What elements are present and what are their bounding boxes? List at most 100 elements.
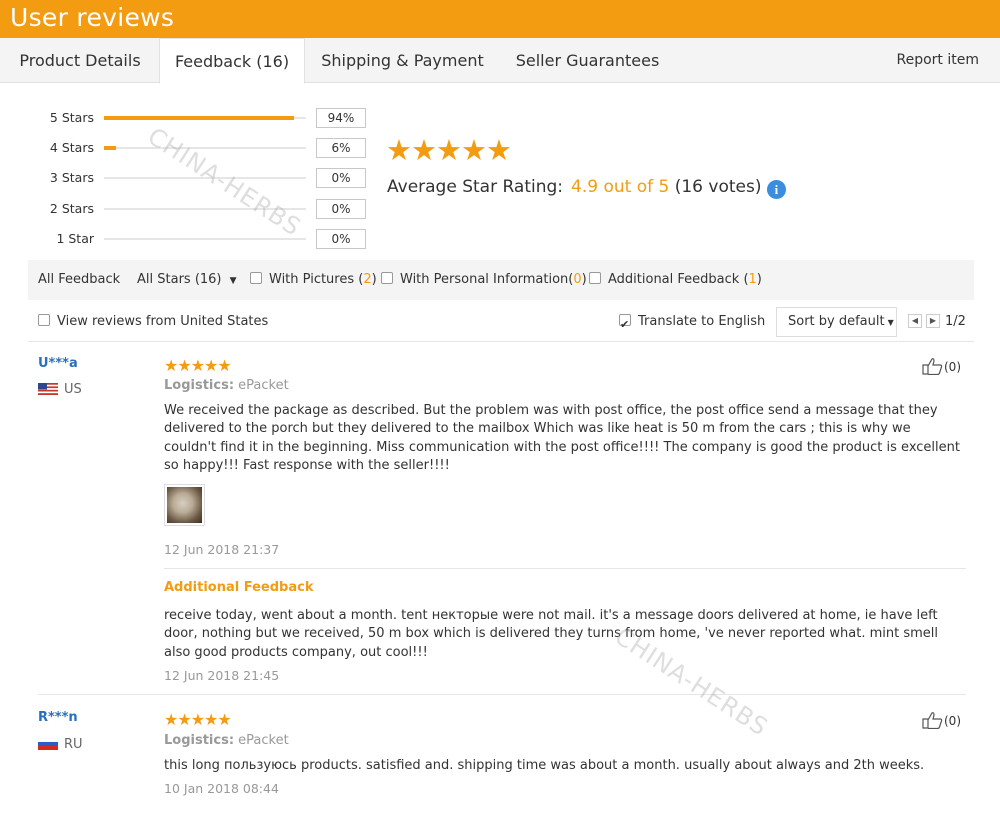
histogram-percent: 6% [316,138,366,158]
star-icon: ★ [177,356,192,375]
with-pictures-checkbox[interactable]: With Pictures (2) [250,260,377,300]
star-icon: ★ [217,710,232,729]
tab-shipping-payment[interactable]: Shipping & Payment [305,38,500,83]
histogram-label: 1 Star [56,231,94,246]
vote-count: (16 votes) [674,177,762,197]
histogram-percent: 0% [316,229,366,249]
histogram-label: 5 Stars [49,110,94,125]
additional-feedback-checkbox[interactable]: Additional Feedback (1) [589,260,762,300]
tab-bar: Product Details Feedback (16) Shipping &… [0,38,1000,84]
logistics-label: Logistics: [164,733,235,748]
all-stars-dropdown[interactable]: All Stars (16) ▼ [137,260,237,301]
review-stars: ★★★★★ [164,710,232,729]
all-feedback-filter[interactable]: All Feedback [38,260,120,300]
star-icon: ★ [204,710,219,729]
translate-checkbox[interactable]: Translate to English [619,308,766,339]
chevron-down-icon: ▼ [887,318,894,327]
histogram-track [104,238,306,240]
sort-dropdown[interactable]: Sort by default ▼ [776,307,897,337]
reviewer-name[interactable]: R***n [38,710,78,725]
chevron-down-icon: ▼ [229,276,237,286]
translate-label: Translate to English [638,314,766,329]
histogram-fill [104,146,117,150]
divider [38,694,966,695]
additional-feedback-text: receive today, went about a month. tent … [164,608,939,660]
star-icon: ★ [164,710,179,729]
with-pictures-close: ) [371,272,377,287]
average-rating: Average Star Rating: 4.9 out of 5 (16 vot… [387,175,786,199]
star-icon: ★ [177,710,192,729]
histogram-track [104,177,306,179]
checkbox-icon [589,272,601,284]
helpful-count: (0) [944,714,961,728]
ru-flag-icon [38,738,58,750]
logistics-info: Logistics: ePacket [164,733,289,748]
with-pictures-count: 2 [363,272,372,287]
view-us-label: View reviews from United States [57,314,269,329]
all-stars-label: All Stars (16) [137,272,222,287]
star-icon: ★ [436,133,462,167]
additional-close: ) [756,272,762,287]
review-stars: ★★★★★ [164,356,232,375]
report-item-link[interactable]: Report item [897,38,980,83]
with-personal-count: 0 [573,272,582,287]
star-icon: ★ [461,133,487,167]
helpful-button[interactable]: (0) [922,357,961,375]
logistics-value: ePacket [238,378,289,393]
page-title: User reviews [10,3,175,32]
thumbs-up-icon [922,712,943,729]
star-icon: ★ [411,133,437,167]
view-us-checkbox[interactable]: View reviews from United States [38,308,268,336]
tab-feedback[interactable]: Feedback (16) [159,38,305,84]
star-icon: ★ [164,356,179,375]
checkbox-icon [250,272,262,284]
histogram-percent: 94% [316,108,366,128]
star-icon: ★ [190,710,206,729]
review-date: 12 Jun 2018 21:37 [164,542,280,557]
filter-bar: All Feedback All Stars (16) ▼ With Pictu… [28,260,974,300]
star-icon: ★ [386,133,412,167]
review-photo[interactable] [164,484,205,526]
histogram-label: 4 Stars [49,140,94,155]
reviewer-name[interactable]: U***a [38,356,78,371]
with-personal-info-checkbox[interactable]: With Personal Information(0) [381,260,587,300]
review-text: this long пользуюсь products. satisfied … [164,758,925,773]
thumbs-up-icon [922,358,943,375]
helpful-button[interactable]: (0) [922,711,961,729]
next-page-button[interactable]: ▶ [926,314,940,328]
prev-page-button[interactable]: ◀ [908,314,922,328]
header-banner: User reviews [0,0,1000,38]
histogram-label: 2 Stars [49,201,94,216]
histogram-track [104,208,306,210]
page-indicator: 1/2 [945,314,966,329]
sort-label: Sort by default [788,314,885,329]
star-icon: ★ [190,356,206,375]
average-rating-label: Average Star Rating: [387,177,564,197]
histogram-label: 3 Stars [49,170,94,185]
star-icon: ★ [486,133,512,167]
logistics-info: Logistics: ePacket [164,378,289,393]
divider [28,341,974,342]
divider [164,568,966,569]
histogram-percent: 0% [316,199,366,219]
histogram-track [104,146,306,150]
histogram-fill [104,116,294,120]
checkbox-icon [38,314,50,326]
star-icon: ★ [204,356,219,375]
star-icon: ★ [217,356,232,375]
review-photo-image [167,487,202,523]
tab-seller-guarantees[interactable]: Seller Guarantees [500,38,675,83]
reviewer-country: US [64,382,82,397]
review-text: We received the package as described. Bu… [164,403,960,473]
checkbox-icon [381,272,393,284]
average-rating-value: 4.9 out of 5 [571,177,670,197]
with-personal-close: ) [581,272,587,287]
with-pictures-label: With Pictures [269,272,355,287]
tab-product-details[interactable]: Product Details [0,38,160,83]
histogram-percent: 0% [316,168,366,188]
histogram-track [104,116,306,120]
helpful-count: (0) [944,360,961,374]
watermark: CHINA-HERBS [142,122,307,242]
info-icon[interactable]: i [766,180,786,199]
average-stars: ★★★★★ [386,133,512,167]
